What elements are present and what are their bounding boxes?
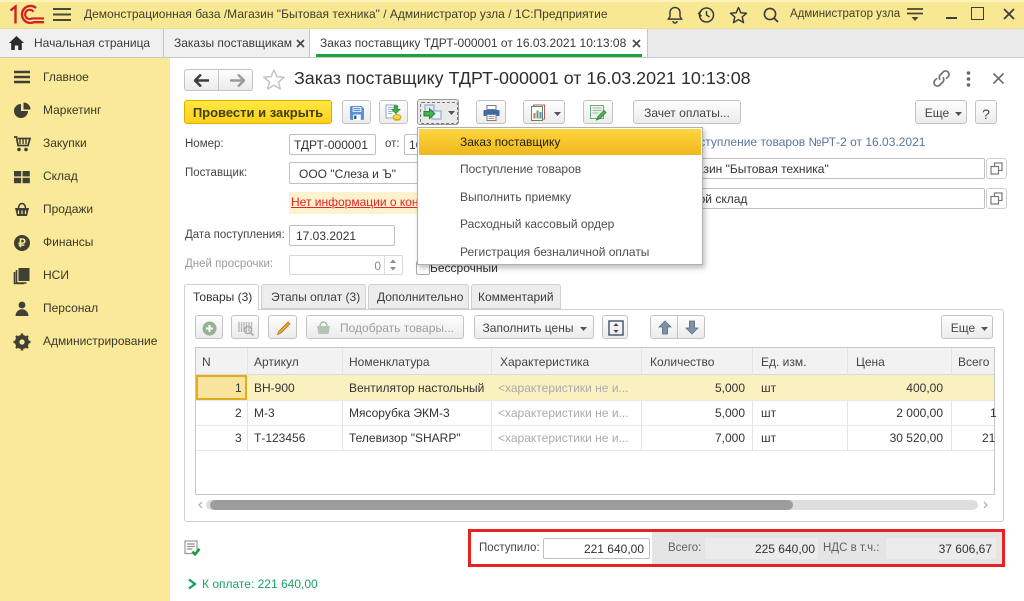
svg-text:₽: ₽	[18, 238, 26, 250]
